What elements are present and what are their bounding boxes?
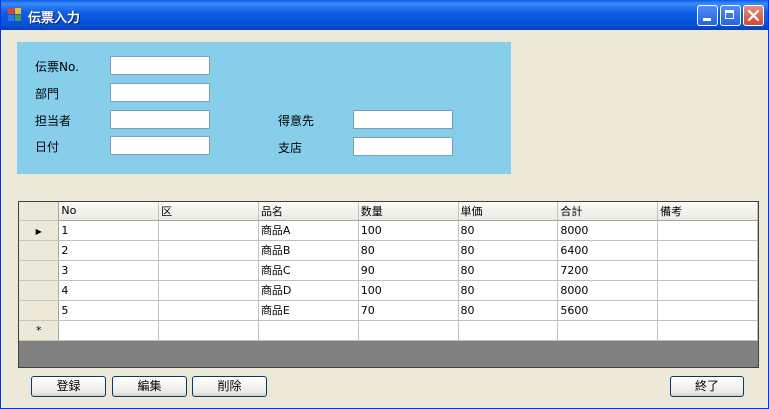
cell-quantity[interactable]: 100	[358, 280, 459, 301]
close-button[interactable]	[743, 5, 764, 26]
edit-button[interactable]: 編集	[112, 376, 187, 397]
date-input[interactable]	[110, 136, 210, 155]
cell-category[interactable]	[158, 240, 259, 261]
column-header-quantity[interactable]: 数量	[358, 202, 459, 221]
customer-label: 得意先	[278, 114, 315, 128]
cell-no[interactable]: 3	[58, 260, 160, 281]
slip-no-label: 伝票No.	[35, 60, 79, 74]
cell-unit-price[interactable]: 80	[458, 220, 559, 241]
table-row[interactable]: 2 商品B 80 80 6400	[19, 240, 758, 261]
cell-total[interactable]: 6400	[557, 240, 659, 261]
cell-unit-price[interactable]: 80	[458, 300, 559, 321]
title-bar[interactable]: 伝票入力	[1, 0, 768, 30]
new-cell[interactable]	[657, 320, 758, 341]
maximize-icon	[725, 10, 734, 19]
row-selector[interactable]	[19, 280, 60, 301]
grid-corner-header[interactable]	[19, 202, 60, 221]
cell-unit-price[interactable]: 80	[458, 280, 559, 301]
new-cell[interactable]	[158, 320, 259, 341]
cell-remarks[interactable]	[657, 220, 758, 241]
cell-category[interactable]	[158, 280, 259, 301]
table-row[interactable]: ▶ 1 商品A 100 80 8000	[19, 220, 758, 241]
branch-input[interactable]	[353, 137, 453, 156]
cell-remarks[interactable]	[657, 240, 758, 261]
column-header-item-name[interactable]: 品名	[258, 202, 359, 221]
minimize-button[interactable]	[697, 5, 718, 26]
cell-item-name[interactable]: 商品C	[258, 260, 359, 281]
cell-total[interactable]: 5600	[557, 300, 659, 321]
cell-item-name[interactable]: 商品B	[258, 240, 359, 261]
column-header-total[interactable]: 合計	[557, 202, 659, 221]
cell-unit-price[interactable]: 80	[458, 240, 559, 261]
cell-quantity[interactable]: 90	[358, 260, 459, 281]
cell-remarks[interactable]	[657, 280, 758, 301]
cell-quantity[interactable]: 70	[358, 300, 459, 321]
window-title: 伝票入力	[28, 11, 81, 26]
date-label: 日付	[35, 140, 60, 154]
staff-input[interactable]	[110, 110, 210, 129]
cell-remarks[interactable]	[657, 260, 758, 281]
cell-no[interactable]: 5	[58, 300, 160, 321]
new-cell[interactable]	[557, 320, 659, 341]
new-cell[interactable]	[58, 320, 160, 341]
cell-item-name[interactable]: 商品E	[258, 300, 359, 321]
line-items-grid[interactable]: No 区 品名 数量 単価 合計 備考 ▶ 1 商品A 100 80 8000 …	[18, 201, 759, 368]
maximize-button[interactable]	[720, 5, 741, 26]
grid-header-row: No 区 品名 数量 単価 合計 備考	[19, 202, 758, 221]
table-row[interactable]: 5 商品E 70 80 5600	[19, 300, 758, 321]
row-selector[interactable]	[19, 240, 60, 261]
cell-no[interactable]: 4	[58, 280, 160, 301]
column-header-no[interactable]: No	[58, 202, 160, 221]
cell-no[interactable]: 2	[58, 240, 160, 261]
main-window: 伝票入力 伝票No. 部門 担当者 日付 得意先 支店 No 区 品名 数量 単…	[0, 0, 769, 409]
cell-item-name[interactable]: 商品A	[258, 220, 359, 241]
new-row[interactable]: *	[19, 320, 758, 341]
column-header-unit-price[interactable]: 単価	[458, 202, 559, 221]
slip-header-panel: 伝票No. 部門 担当者 日付 得意先 支店	[17, 42, 511, 174]
cell-no[interactable]: 1	[58, 220, 160, 241]
customer-input[interactable]	[353, 110, 453, 129]
new-cell[interactable]	[458, 320, 559, 341]
row-selector-current[interactable]: ▶	[19, 220, 60, 241]
slip-no-input[interactable]	[110, 56, 210, 75]
new-cell[interactable]	[258, 320, 359, 341]
delete-button[interactable]: 削除	[192, 376, 267, 397]
department-label: 部門	[35, 87, 60, 101]
cell-item-name[interactable]: 商品D	[258, 280, 359, 301]
new-cell[interactable]	[358, 320, 459, 341]
exit-button[interactable]: 終了	[670, 376, 744, 397]
column-header-remarks[interactable]: 備考	[657, 202, 758, 221]
column-header-category[interactable]: 区	[158, 202, 259, 221]
close-icon	[747, 9, 760, 22]
row-selector[interactable]	[19, 260, 60, 281]
new-row-asterisk-icon: *	[35, 323, 42, 337]
cell-category[interactable]	[158, 220, 259, 241]
current-row-arrow-icon: ▶	[35, 226, 42, 236]
table-row[interactable]: 3 商品C 90 80 7200	[19, 260, 758, 281]
cell-total[interactable]: 7200	[557, 260, 659, 281]
cell-unit-price[interactable]: 80	[458, 260, 559, 281]
cell-category[interactable]	[158, 300, 259, 321]
branch-label: 支店	[278, 141, 303, 155]
cell-category[interactable]	[158, 260, 259, 281]
line-items-table: No 区 品名 数量 単価 合計 備考 ▶ 1 商品A 100 80 8000 …	[19, 202, 758, 341]
cell-total[interactable]: 8000	[557, 220, 659, 241]
app-form-icon	[8, 8, 22, 22]
cell-quantity[interactable]: 100	[358, 220, 459, 241]
cell-total[interactable]: 8000	[557, 280, 659, 301]
cell-remarks[interactable]	[657, 300, 758, 321]
row-selector[interactable]	[19, 300, 60, 321]
table-row[interactable]: 4 商品D 100 80 8000	[19, 280, 758, 301]
cell-quantity[interactable]: 80	[358, 240, 459, 261]
row-selector-new[interactable]: *	[19, 320, 60, 341]
staff-label: 担当者	[35, 114, 72, 128]
minimize-icon	[703, 18, 711, 21]
register-button[interactable]: 登録	[31, 376, 106, 397]
department-input[interactable]	[110, 83, 210, 102]
